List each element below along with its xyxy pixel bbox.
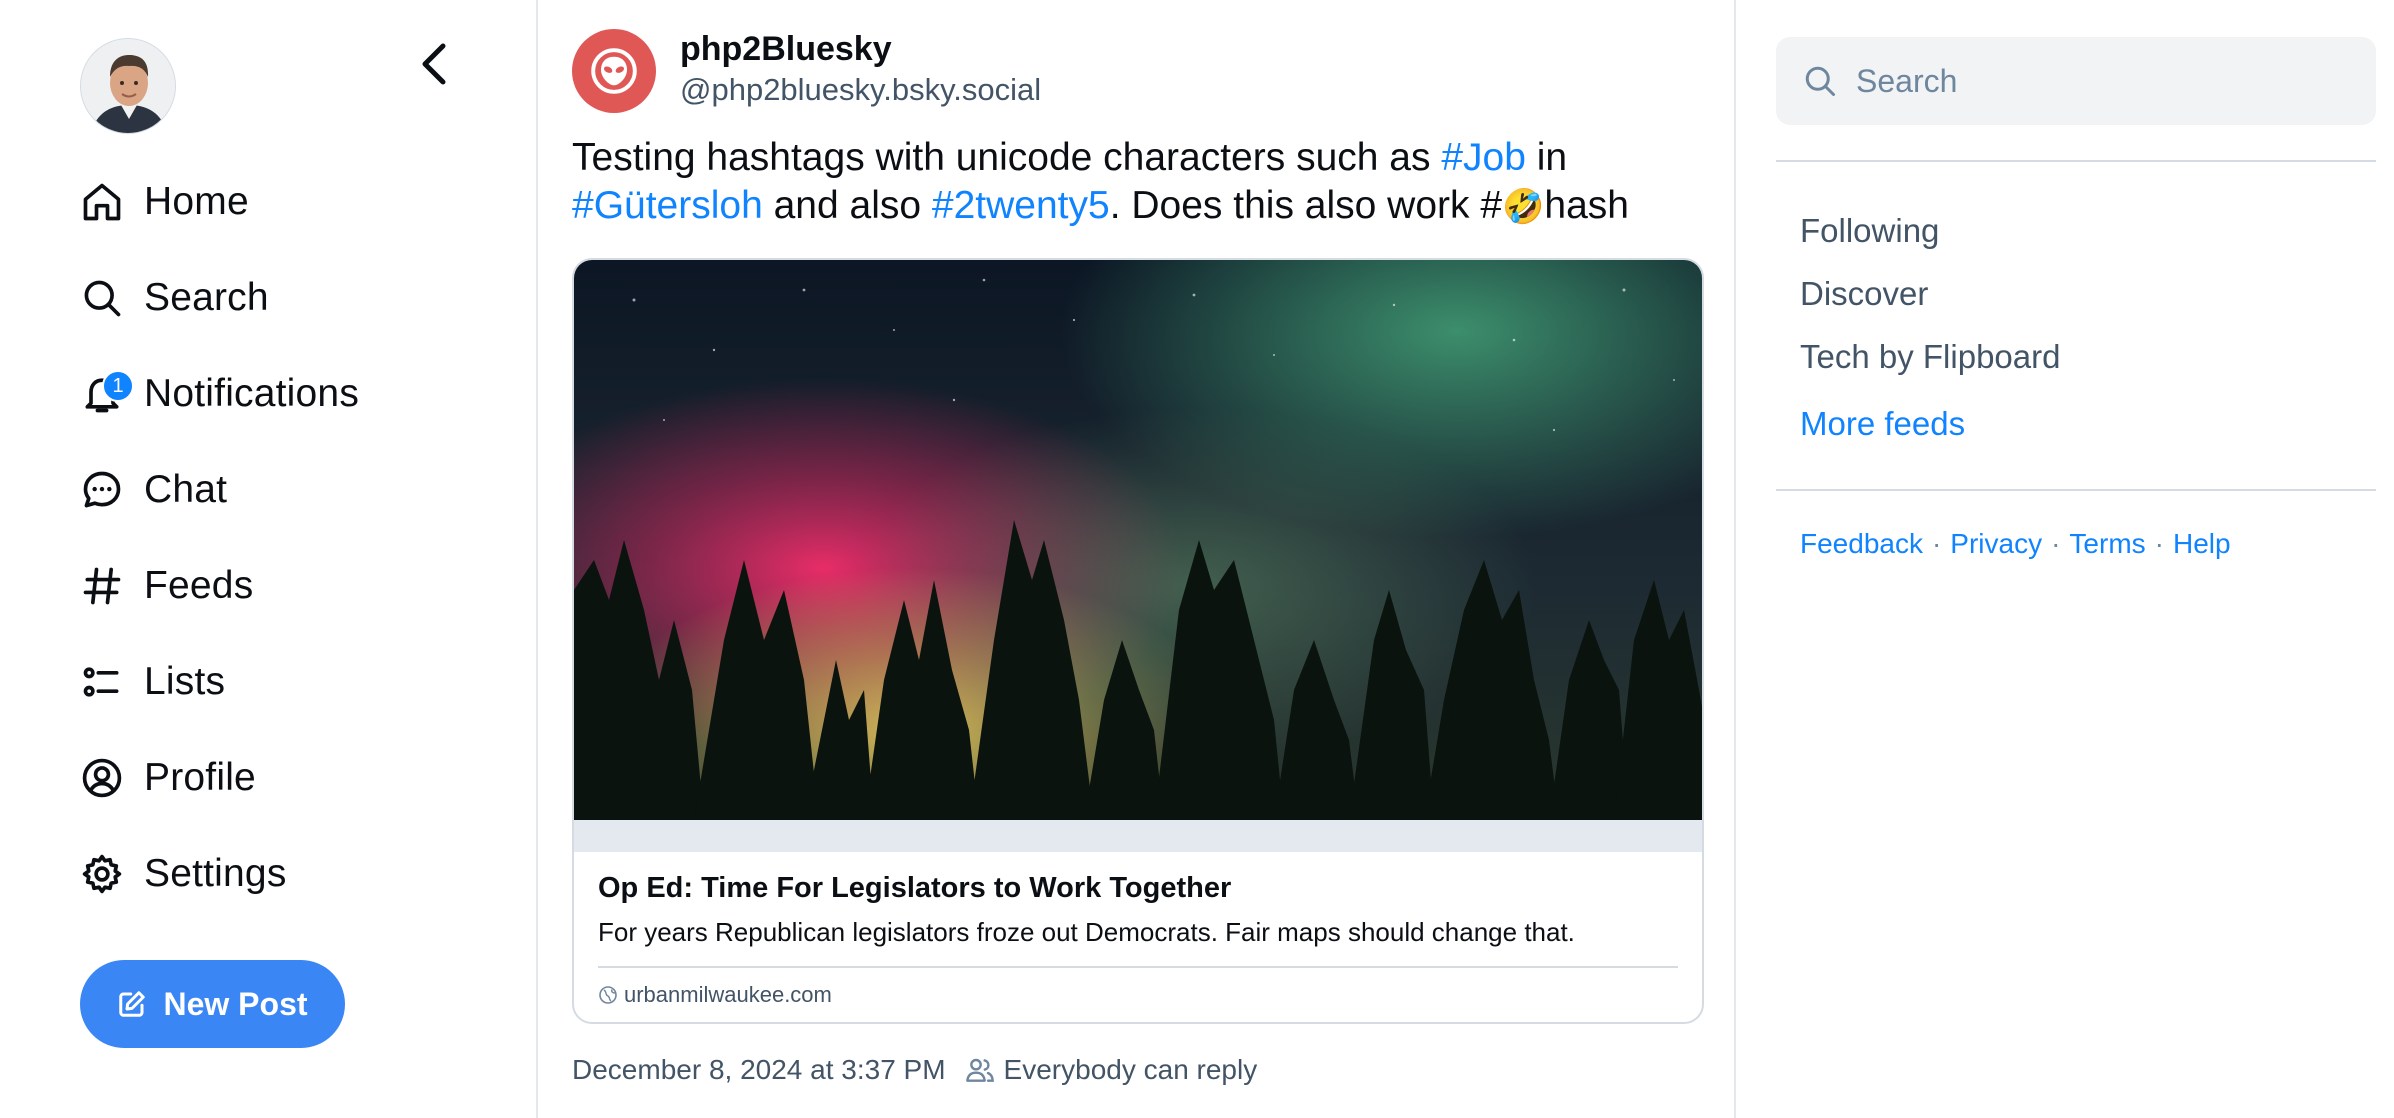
link-card-description: For years Republican legislators froze o… bbox=[598, 917, 1575, 947]
search-bar[interactable] bbox=[1776, 37, 2376, 125]
nav-label-settings: Settings bbox=[144, 852, 287, 895]
link-card[interactable]: Op Ed: Time For Legislators to Work Toge… bbox=[572, 258, 1704, 1024]
divider bbox=[1776, 160, 2376, 162]
list-icon bbox=[80, 658, 128, 706]
nav-item-home[interactable]: Home bbox=[80, 170, 249, 234]
nav-item-profile[interactable]: Profile bbox=[80, 746, 256, 810]
author-avatar[interactable] bbox=[572, 29, 656, 113]
left-nav: Home Search 1 Notifications Chat Feeds L… bbox=[0, 0, 536, 1118]
compose-icon bbox=[119, 991, 146, 1017]
post-timestamp[interactable]: December 8, 2024 at 3:37 PM bbox=[572, 1054, 946, 1086]
post-text-part: in bbox=[1525, 136, 1568, 179]
footer-links: Feedback · Privacy · Terms · Help bbox=[1800, 528, 2231, 560]
alien-icon bbox=[591, 48, 637, 94]
nav-label-lists: Lists bbox=[144, 660, 226, 703]
divider bbox=[1776, 489, 2376, 491]
feedback-link[interactable]: Feedback bbox=[1800, 528, 1923, 560]
post-text: Testing hashtags with unicode characters… bbox=[572, 134, 1712, 231]
nav-item-chat[interactable]: Chat bbox=[80, 458, 227, 522]
search-input[interactable] bbox=[1856, 62, 2356, 100]
nav-label-feeds: Feeds bbox=[144, 564, 254, 607]
privacy-link[interactable]: Privacy bbox=[1950, 528, 2042, 560]
link-card-divider bbox=[598, 966, 1678, 968]
link-card-domain: urbanmilwaukee.com bbox=[598, 982, 1678, 1008]
nav-label-home: Home bbox=[144, 180, 249, 223]
feed-link-following[interactable]: Following bbox=[1800, 212, 1939, 250]
chevron-left-icon bbox=[422, 43, 446, 85]
reply-settings[interactable]: Everybody can reply bbox=[964, 1054, 1258, 1086]
separator-dot: · bbox=[2154, 528, 2164, 559]
hashtag-link[interactable]: #2twenty5 bbox=[932, 184, 1110, 227]
feed-link-tech-by-flipboard[interactable]: Tech by Flipboard bbox=[1800, 338, 2060, 376]
people-icon bbox=[965, 1058, 994, 1082]
globe-icon bbox=[599, 986, 617, 1004]
separator-dot: · bbox=[2051, 528, 2061, 559]
separator-dot: · bbox=[1931, 528, 1942, 559]
nav-item-search[interactable]: Search bbox=[80, 266, 269, 330]
post-text-part: Testing hashtags with unicode characters… bbox=[572, 136, 1442, 179]
avatar[interactable] bbox=[80, 38, 176, 134]
author-handle[interactable]: @php2bluesky.bsky.social bbox=[680, 72, 1041, 108]
link-card-domain-text: urbanmilwaukee.com bbox=[624, 982, 832, 1007]
hashtag-link[interactable]: #Gütersloh bbox=[572, 184, 763, 227]
new-post-label: New Post bbox=[163, 985, 308, 1022]
post-thread: php2Bluesky @php2bluesky.bsky.social Tes… bbox=[536, 0, 1736, 1118]
rofl-emoji: 🤣 bbox=[1502, 187, 1545, 227]
post-text-part: and also bbox=[762, 184, 932, 227]
post-meta: December 8, 2024 at 3:37 PM Everybody ca… bbox=[572, 1054, 1257, 1086]
notification-badge: 1 bbox=[102, 370, 134, 402]
nav-label-profile: Profile bbox=[144, 756, 256, 799]
new-post-button[interactable]: New Post bbox=[80, 960, 345, 1048]
link-card-image bbox=[574, 260, 1702, 852]
search-icon bbox=[1805, 66, 1835, 96]
hash-icon bbox=[80, 562, 128, 610]
link-card-title: Op Ed: Time For Legislators to Work Toge… bbox=[598, 872, 1232, 904]
nav-label-chat: Chat bbox=[144, 468, 228, 511]
terms-link[interactable]: Terms bbox=[2069, 528, 2145, 560]
hashtag-link[interactable]: #Job bbox=[1441, 136, 1526, 179]
reply-settings-label: Everybody can reply bbox=[1003, 1054, 1258, 1085]
post-text-part: hash bbox=[1544, 184, 1629, 227]
collapse-back-button[interactable] bbox=[410, 38, 458, 90]
link-card-body: Op Ed: Time For Legislators to Work Toge… bbox=[574, 852, 1702, 1008]
nav-label-search: Search bbox=[144, 276, 269, 319]
nav-item-lists[interactable]: Lists bbox=[80, 650, 225, 714]
nav-item-settings[interactable]: Settings bbox=[80, 842, 287, 906]
author-display-name[interactable]: php2Bluesky bbox=[680, 30, 892, 69]
gear-icon bbox=[80, 850, 128, 898]
search-icon bbox=[80, 274, 128, 322]
post-text-part: . Does this also work # bbox=[1109, 184, 1503, 227]
user-circle-icon bbox=[80, 754, 128, 802]
bell-icon: 1 bbox=[80, 370, 134, 418]
nav-item-feeds[interactable]: Feeds bbox=[80, 554, 253, 618]
user-photo bbox=[81, 39, 175, 133]
more-feeds-link[interactable]: More feeds bbox=[1800, 405, 1965, 443]
home-icon bbox=[80, 178, 128, 226]
chat-bubble-icon bbox=[80, 466, 128, 514]
feed-link-discover[interactable]: Discover bbox=[1800, 275, 1928, 313]
right-sidebar: Following Discover Tech by Flipboard Mor… bbox=[1736, 0, 2394, 1118]
help-link[interactable]: Help bbox=[2173, 528, 2231, 560]
nav-item-notifications[interactable]: 1 Notifications bbox=[80, 362, 359, 426]
nav-label-notifications: Notifications bbox=[144, 372, 360, 415]
